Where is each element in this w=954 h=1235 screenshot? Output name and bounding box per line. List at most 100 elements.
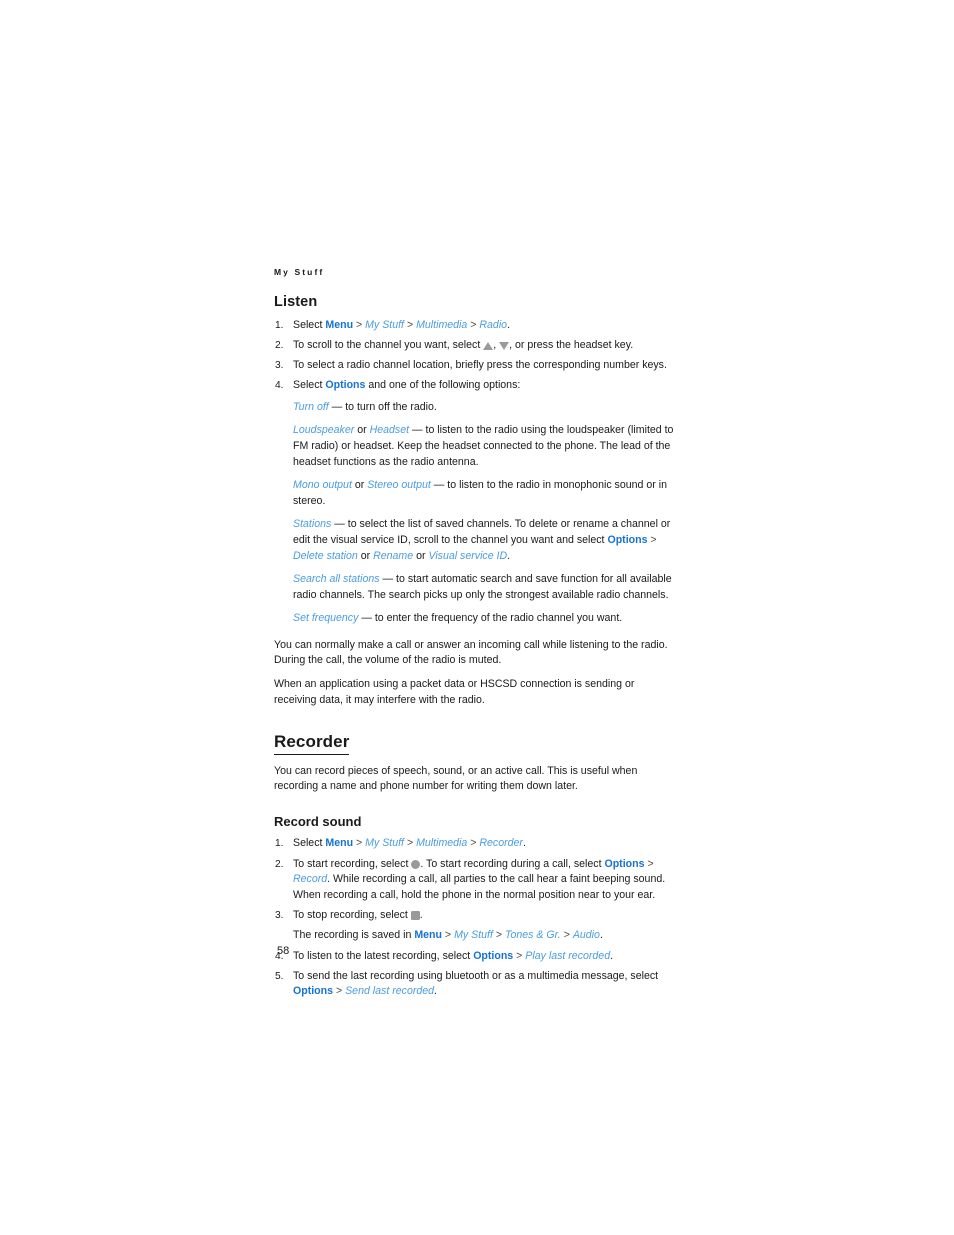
option-term[interactable]: Turn off <box>293 401 329 413</box>
list-item: 2. To scroll to the channel you want, sel… <box>274 338 674 354</box>
link-my-stuff[interactable]: My Stuff <box>365 319 404 331</box>
list-number: 1. <box>275 319 284 331</box>
link-my-stuff[interactable]: My Stuff <box>454 929 493 941</box>
separator: > <box>644 857 654 870</box>
separator: > <box>467 318 480 331</box>
record-sound-step3-note: The recording is saved in Menu > My Stuf… <box>274 928 674 944</box>
option-desc: — to enter the frequency of the radio ch… <box>358 612 623 625</box>
option-loudspeaker-headset: Loudspeaker or Headset — to listen to th… <box>293 423 674 470</box>
sentence-end: . <box>599 928 603 941</box>
option-stations: Stations — to select the list of saved c… <box>293 517 674 564</box>
separator: > <box>467 837 480 850</box>
link-menu[interactable]: Menu <box>325 319 353 331</box>
list-number: 3. <box>275 909 284 921</box>
option-desc: — to turn off the radio. <box>328 400 437 413</box>
list-item: 5. To send the last recording using bluet… <box>274 969 674 1000</box>
option-term-stereo[interactable]: Stereo output <box>367 479 431 491</box>
option-term-headset[interactable]: Headset <box>370 424 409 436</box>
separator: > <box>441 928 455 941</box>
joiner: or <box>351 479 368 492</box>
separator: > <box>513 949 526 962</box>
list-item: 4. To listen to the latest recording, sel… <box>274 949 674 965</box>
running-header: My Stuff <box>274 267 325 277</box>
step-text: To select a radio channel location, brie… <box>293 359 667 372</box>
link-options[interactable]: Options <box>607 534 647 546</box>
link-recorder[interactable]: Recorder <box>479 837 523 849</box>
link-options[interactable]: Options <box>604 858 644 870</box>
heading-listen: Listen <box>274 293 318 310</box>
listen-steps: 1. Select Menu > My Stuff > Multimedia > … <box>274 318 674 394</box>
link-my-stuff[interactable]: My Stuff <box>365 837 404 849</box>
separator: > <box>353 837 366 850</box>
link-record[interactable]: Record <box>293 873 327 885</box>
option-term[interactable]: Search all stations <box>293 573 380 585</box>
separator: > <box>353 318 366 331</box>
link-options[interactable]: Options <box>473 950 513 962</box>
option-term-loudspeaker[interactable]: Loudspeaker <box>293 424 354 436</box>
note-lead: The recording is saved in <box>293 928 415 941</box>
step-text-tail: . While recording a call, all parties to… <box>293 873 666 901</box>
separator: > <box>492 928 505 941</box>
step-text-mid: . To start recording during a call, sele… <box>420 857 605 870</box>
option-term-mono[interactable]: Mono output <box>293 479 352 491</box>
link-menu[interactable]: Menu <box>325 837 353 849</box>
scroll-up-icon <box>483 341 494 350</box>
list-item: 1. Select Menu > My Stuff > Multimedia > … <box>274 836 674 852</box>
link-radio[interactable]: Radio <box>479 319 507 331</box>
sentence-end: . <box>434 985 437 998</box>
link-options[interactable]: Options <box>293 985 333 997</box>
link-delete-station[interactable]: Delete station <box>293 550 358 562</box>
link-rename[interactable]: Rename <box>373 550 413 562</box>
scroll-down-icon <box>499 341 510 350</box>
step-text-lead: Select <box>293 318 326 331</box>
option-term-stations[interactable]: Stations <box>293 518 331 530</box>
option-turn-off: Turn off — to turn off the radio. <box>293 400 674 416</box>
list-item: 3. To stop recording, select . <box>274 908 674 924</box>
page-content: My Stuff Listen 1. Select Menu > My Stuff… <box>274 268 674 1004</box>
link-options[interactable]: Options <box>325 379 365 391</box>
separator: > <box>560 928 573 941</box>
list-number: 2. <box>275 858 284 870</box>
list-number: 1. <box>275 838 284 850</box>
heading-recorder: Recorder <box>274 732 350 755</box>
step-text-lead: To send the last recording using bluetoo… <box>293 969 659 982</box>
step-text-lead: To scroll to the channel you want, selec… <box>293 338 484 351</box>
record-sound-steps-continued: 4. To listen to the latest recording, sel… <box>274 949 674 1000</box>
step-text-tail: and one of the following options: <box>365 379 521 392</box>
stop-icon <box>410 910 420 920</box>
recorder-section: Recorder <box>274 732 674 763</box>
listen-note-2: When an application using a packet data … <box>274 678 635 706</box>
radio-options-list: Turn off — to turn off the radio. Loudsp… <box>274 400 674 627</box>
list-number: 2. <box>275 339 284 351</box>
separator: > <box>333 985 346 998</box>
step-text-lead: To start recording, select <box>293 857 412 870</box>
step-text-lead: To listen to the latest recording, selec… <box>293 949 474 962</box>
sentence-end: . <box>522 837 526 850</box>
list-number: 3. <box>275 360 284 372</box>
option-search-all-stations: Search all stations — to start automatic… <box>293 572 674 603</box>
link-menu[interactable]: Menu <box>414 929 442 941</box>
list-item: 2. To start recording, select . To start … <box>274 857 674 904</box>
link-play-last-recorded[interactable]: Play last recorded <box>525 950 610 962</box>
link-audio[interactable]: Audio <box>573 929 600 941</box>
list-number: 4. <box>275 380 284 392</box>
option-term[interactable]: Set frequency <box>293 612 358 624</box>
joiner: or <box>354 424 370 437</box>
record-sound-steps: 1. Select Menu > My Stuff > Multimedia > … <box>274 836 674 923</box>
link-visual-service-id[interactable]: Visual service ID <box>428 550 507 562</box>
sentence-end: . <box>507 318 511 331</box>
step-text-lead: Select <box>293 379 326 392</box>
option-set-frequency: Set frequency — to enter the frequency o… <box>293 611 674 627</box>
separator: > <box>647 533 657 546</box>
option-mono-stereo: Mono output or Stereo output — to listen… <box>293 478 674 509</box>
link-send-last-recorded[interactable]: Send last recorded <box>345 985 434 997</box>
link-multimedia[interactable]: Multimedia <box>416 319 467 331</box>
step-text-tail: . <box>419 908 423 921</box>
link-tones-and-graphics[interactable]: Tones & Gr. <box>505 929 561 941</box>
link-multimedia[interactable]: Multimedia <box>416 837 467 849</box>
list-number: 5. <box>275 970 284 982</box>
heading-record-sound: Record sound <box>274 813 362 829</box>
